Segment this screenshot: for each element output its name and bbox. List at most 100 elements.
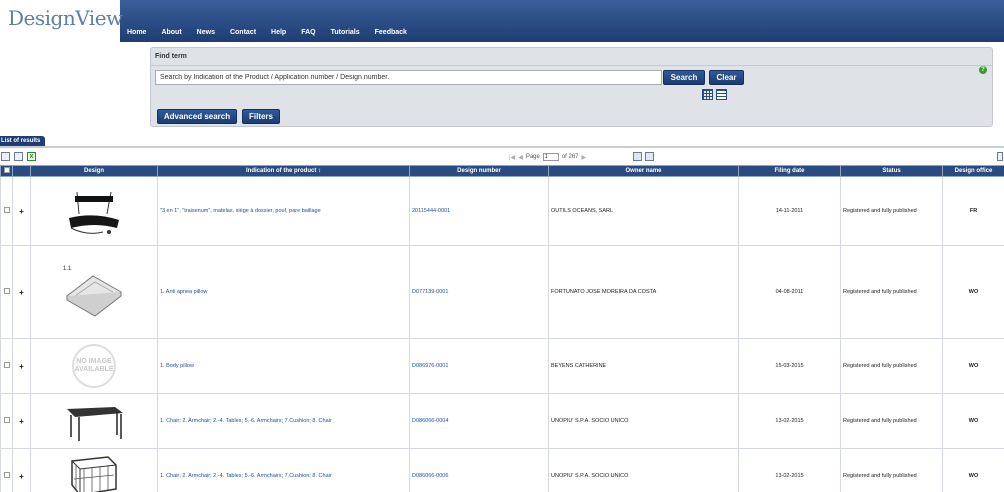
nav-help[interactable]: Help [271, 29, 286, 36]
row-checkbox[interactable] [3, 207, 10, 213]
indication-cell[interactable]: 1. Body pillow [157, 338, 410, 394]
nav-tutorials[interactable]: Tutorials [331, 29, 360, 36]
find-term-panel: Find term ? Search Clear Advanced search… [150, 47, 993, 127]
design-number-cell[interactable]: 20115444-0001 [409, 176, 549, 246]
owner-name-cell: UNOPIU' S.P.A. SOCIO UNICO [548, 393, 739, 449]
design-image-cell[interactable]: 1.1 [30, 245, 158, 339]
expand-icon[interactable]: + [19, 207, 24, 216]
pillow-image[interactable]: 1.1 [59, 262, 129, 322]
search-button[interactable]: Search [663, 70, 705, 85]
results-table: Design Indication of the product ↕ Desig… [0, 165, 1004, 492]
nav-news[interactable]: News [197, 29, 215, 36]
table-row[interactable]: + 1. Chair; 2. Armchair; 2.-4. Tables; 5… [0, 448, 1004, 492]
filters-button[interactable]: Filters [242, 109, 280, 124]
expand-icon[interactable]: + [19, 472, 24, 481]
list-view-icon[interactable] [716, 89, 727, 100]
save-icon[interactable] [14, 152, 23, 161]
design-number-cell[interactable]: D086066-0006 [409, 448, 549, 492]
row-select-cell[interactable] [0, 245, 13, 339]
armchair-image[interactable] [64, 451, 124, 492]
expand-cell[interactable]: + [12, 338, 31, 394]
owner-name-cell: FORTUNATO JOSE MOREIRA DA COSTA [548, 245, 739, 339]
owner-name-header[interactable]: Owner name [548, 165, 739, 177]
filing-date-header[interactable]: Filing date [738, 165, 841, 177]
nav-home[interactable]: Home [127, 29, 146, 36]
find-term-title: Find term [155, 53, 187, 60]
next-page-icon[interactable]: ▶ [582, 154, 587, 161]
results-toolbar: x |◀ ◀ Page of 267 ▶ [0, 151, 1004, 164]
page-number-input[interactable] [542, 153, 559, 161]
table-row[interactable]: + "3 en 1", "traisenum", matelas, siège … [0, 176, 1004, 246]
first-page-icon[interactable]: |◀ [509, 154, 515, 161]
indication-cell[interactable]: 1. Chair; 2. Armchair; 2.-4. Tables; 5.-… [157, 448, 410, 492]
main-nav: Home About News Contact Help FAQ Tutoria… [127, 29, 422, 36]
grid-view-icon[interactable] [702, 89, 713, 100]
indication-cell[interactable]: 1. Chair; 2. Armchair; 2.-4. Tables; 5.-… [157, 393, 410, 449]
top-header: DesignView Home About News Contact Help … [0, 0, 1004, 42]
clear-button[interactable]: Clear [709, 70, 744, 85]
expand-cell[interactable]: + [12, 176, 31, 246]
status-header[interactable]: Status [840, 165, 943, 177]
row-select-cell[interactable] [0, 338, 13, 394]
indication-header[interactable]: Indication of the product ↕ [157, 165, 410, 177]
nav-faq[interactable]: FAQ [301, 29, 315, 36]
page-count: of 267 [561, 154, 579, 160]
nav-feedback[interactable]: Feedback [375, 29, 407, 36]
design-number-cell[interactable]: D077139-0001 [409, 245, 549, 339]
design-image-cell[interactable] [30, 393, 158, 449]
advanced-search-button[interactable]: Advanced search [157, 109, 237, 124]
expand-cell[interactable]: + [12, 393, 31, 449]
design-image-cell[interactable]: NO IMAGE AVAILABLE [30, 338, 158, 394]
select-all-header[interactable] [0, 165, 13, 177]
expand-icon[interactable]: + [19, 417, 24, 426]
row-select-cell[interactable] [0, 393, 13, 449]
row-checkbox[interactable] [3, 288, 10, 294]
row-select-cell[interactable] [0, 448, 13, 492]
table-row[interactable]: + 1.1 1. Anti apnea pillow D077139-0001 … [0, 245, 1004, 339]
design-image-cell[interactable] [30, 176, 158, 246]
excel-export-icon[interactable]: x [27, 152, 36, 161]
status-cell: Registered and fully published [840, 393, 943, 449]
row-checkbox[interactable] [3, 362, 10, 368]
expand-header [12, 165, 31, 177]
filing-date-cell: 04-08-2011 [738, 245, 841, 339]
help-icon[interactable]: ? [979, 66, 987, 74]
print-icon[interactable] [1, 152, 10, 161]
select-all-checkbox[interactable] [3, 167, 10, 173]
search-input[interactable] [155, 70, 662, 85]
design-number-cell[interactable]: D086066-0004 [409, 393, 549, 449]
expand-cell[interactable]: + [12, 245, 31, 339]
design-number-header[interactable]: Design number [409, 165, 549, 177]
indication-cell[interactable]: "3 en 1", "traisenum", matelas, siège à … [157, 176, 410, 246]
row-select-cell[interactable] [0, 176, 13, 246]
filing-date-cell: 13-02-2015 [738, 393, 841, 449]
filing-date-cell: 14-11-2011 [738, 176, 841, 246]
prev-page-icon[interactable]: ◀ [518, 154, 523, 161]
hammock-chair-image[interactable] [59, 184, 129, 239]
row-checkbox[interactable] [3, 417, 10, 423]
status-cell: Registered and fully published [840, 448, 943, 492]
nav-about[interactable]: About [161, 29, 181, 36]
indication-cell[interactable]: 1. Anti apnea pillow [157, 245, 410, 339]
expand-cell[interactable]: + [12, 448, 31, 492]
design-number-cell[interactable]: D086976-0001 [409, 338, 549, 394]
row-checkbox[interactable] [3, 472, 10, 478]
expand-icon[interactable]: + [19, 362, 24, 371]
status-cell: Registered and fully published [840, 176, 943, 246]
settings-icon[interactable] [997, 152, 1003, 161]
table-row[interactable]: + 1. Chair; 2. Armchair; 2.-4. Tables; 5… [0, 393, 1004, 449]
list-layout-icon[interactable] [645, 152, 654, 161]
table-row[interactable]: + NO IMAGE AVAILABLE 1. Body pillow D086… [0, 338, 1004, 394]
owner-name-cell: OUTILS OCEANS, SARL [548, 176, 739, 246]
table-image[interactable] [61, 397, 127, 445]
design-image-cell[interactable] [30, 448, 158, 492]
logo[interactable]: DesignView [8, 6, 123, 30]
expand-icon[interactable]: + [19, 288, 24, 297]
image-label: 1.1 [63, 266, 72, 272]
column-view-icon[interactable] [633, 152, 642, 161]
design-office-cell: WO [942, 448, 1004, 492]
design-office-header[interactable]: Design office [942, 165, 1004, 177]
design-office-cell: FR [942, 176, 1004, 246]
nav-contact[interactable]: Contact [230, 29, 256, 36]
logo-area[interactable]: DesignView [0, 0, 123, 42]
